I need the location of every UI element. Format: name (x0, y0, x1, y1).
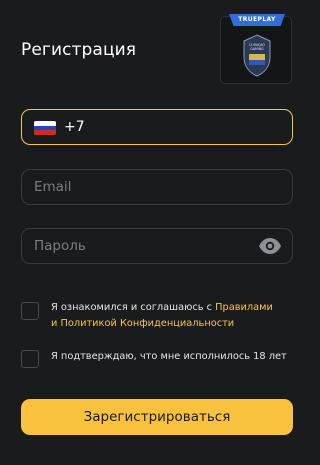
password-field-wrapper (21, 228, 293, 264)
age-confirm-text: Я подтверждаю, что мне исполнилось 18 ле… (51, 351, 287, 362)
agree-terms-text: Я ознакомился и соглашаюсь с Правилами и… (51, 300, 317, 332)
page-title: Регистрация (21, 40, 137, 60)
phone-field[interactable]: +7 (21, 109, 293, 145)
eye-icon[interactable] (258, 237, 282, 255)
rules-link[interactable]: Правилами (215, 302, 273, 313)
password-input[interactable] (22, 229, 292, 263)
age-confirm-checkbox[interactable] (21, 350, 39, 368)
privacy-policy-link[interactable]: Политикой Конфиденциальности (60, 318, 234, 329)
email-field-wrapper (21, 169, 293, 205)
license-badge[interactable]: TRUEPLAY CURAÇAO GAMING (220, 14, 292, 84)
curacao-seal-icon: CURAÇAO GAMING (243, 34, 271, 77)
agree-terms-checkbox[interactable] (21, 302, 39, 320)
register-button[interactable]: Зарегистрироваться (21, 399, 293, 435)
svg-text:GAMING: GAMING (250, 47, 264, 51)
phone-prefix: +7 (64, 119, 85, 135)
agree-terms-text-before: Я ознакомился и соглашаюсь с (51, 302, 216, 313)
email-input[interactable] (22, 170, 292, 204)
badge-ribbon: TRUEPLAY (229, 14, 285, 26)
russia-flag-icon[interactable] (34, 121, 56, 135)
